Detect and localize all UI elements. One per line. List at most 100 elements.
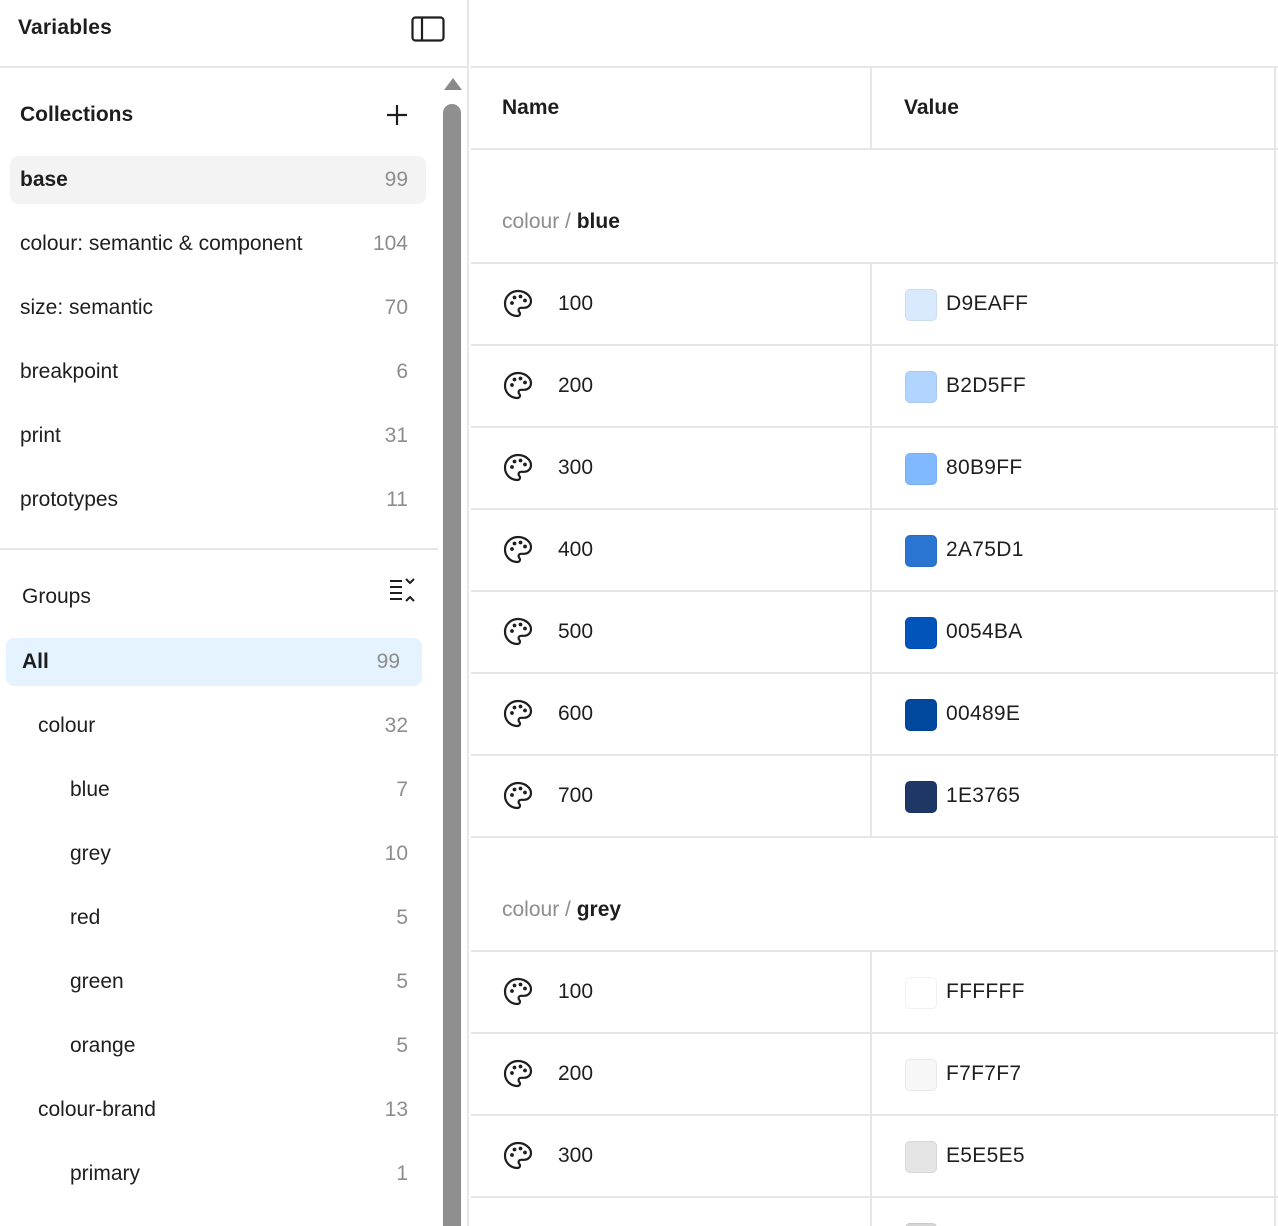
variable-name[interactable]: 100 (558, 292, 593, 316)
table-row[interactable]: 200 F7F7F7 (471, 1034, 1278, 1116)
table-row[interactable]: 100 FFFFFF (471, 952, 1278, 1034)
cell-divider (870, 674, 872, 756)
group-item-label: orange (70, 1034, 136, 1057)
group-item-count: 5 (396, 1034, 408, 1057)
color-variable-icon (502, 976, 534, 1008)
collections-header: Collections (0, 78, 438, 142)
scrollbar-thumb[interactable] (443, 104, 461, 1226)
variable-name[interactable]: 600 (558, 702, 593, 726)
group-item-count: 1 (396, 1162, 408, 1185)
collection-item-count: 11 (386, 488, 408, 511)
collections-label: Collections (20, 103, 134, 126)
variable-name[interactable]: 200 (558, 1062, 593, 1086)
cell-divider (870, 428, 872, 510)
color-swatch[interactable] (905, 289, 937, 321)
sidebar-header: Variables (0, 0, 467, 68)
group-heading-grey: colour / grey (502, 898, 621, 922)
group-heading-path: colour / (502, 898, 577, 921)
variable-value[interactable]: 0054BA (946, 620, 1023, 644)
collection-item-size-semantic[interactable]: size: semantic 70 (10, 284, 426, 332)
table-row[interactable]: 300 E5E5E5 (471, 1116, 1278, 1198)
table-row[interactable]: 600 00489E (471, 674, 1278, 756)
collection-item-print[interactable]: print 31 (10, 412, 426, 460)
variable-value[interactable]: D9EAFF (946, 292, 1028, 316)
variable-value[interactable]: 2A75D1 (946, 538, 1024, 562)
collection-item-prototypes[interactable]: prototypes 11 (10, 476, 426, 524)
color-swatch[interactable] (905, 617, 937, 649)
add-collection-icon[interactable] (384, 102, 410, 128)
color-swatch[interactable] (905, 1141, 937, 1173)
color-swatch[interactable] (905, 371, 937, 403)
group-item-count: 99 (376, 650, 400, 673)
group-item-colour-brand[interactable]: colour-brand 13 (10, 1086, 426, 1134)
color-swatch[interactable] (905, 535, 937, 567)
group-item-label: green (70, 970, 124, 993)
table-row[interactable]: 400 2A75D1 (471, 510, 1278, 592)
collection-item-label: size: semantic (20, 296, 154, 319)
variable-value[interactable]: 80B9FF (946, 456, 1023, 480)
group-item-red[interactable]: red 5 (10, 894, 426, 942)
cell-divider (870, 756, 872, 838)
table-row[interactable]: 700 1E3765 (471, 756, 1278, 838)
variable-name[interactable]: 400 (558, 538, 593, 562)
variable-value[interactable]: F7F7F7 (946, 1062, 1021, 1086)
table-row[interactable]: 500 0054BA (471, 592, 1278, 674)
sidebar-scroll-area: Collections base 99 colour: semantic & c… (0, 70, 438, 1226)
scroll-up-arrow-icon[interactable] (444, 78, 462, 90)
group-item-label: colour (38, 714, 96, 737)
color-swatch[interactable] (905, 1059, 937, 1091)
color-swatch[interactable] (905, 699, 937, 731)
collection-item-count: 104 (372, 232, 408, 255)
color-swatch[interactable] (905, 977, 937, 1009)
variable-name[interactable]: 300 (558, 1144, 593, 1168)
group-heading-name: grey (576, 898, 622, 921)
collection-item-base[interactable]: base 99 (10, 156, 426, 204)
group-item-count: 32 (384, 714, 408, 737)
variable-name[interactable]: 500 (558, 620, 593, 644)
group-heading-blue: colour / blue (502, 210, 620, 234)
group-item-green[interactable]: green 5 (10, 958, 426, 1006)
color-swatch[interactable] (905, 453, 937, 485)
table-row[interactable]: 100 D9EAFF (471, 264, 1278, 346)
collapse-groups-icon[interactable] (388, 576, 418, 604)
variable-name[interactable]: 200 (558, 374, 593, 398)
group-heading-path: colour / (502, 210, 577, 233)
variable-value[interactable]: E5E5E5 (946, 1144, 1025, 1168)
table-header: Name Value (471, 68, 1278, 150)
color-variable-icon (502, 1140, 534, 1172)
variable-value[interactable]: FFFFFF (946, 980, 1025, 1004)
group-item-label: grey (70, 842, 111, 865)
sidebar-toggle-icon[interactable] (411, 16, 445, 42)
group-item-label: red (70, 906, 101, 929)
collection-item-breakpoint[interactable]: breakpoint 6 (10, 348, 426, 396)
color-swatch[interactable] (905, 781, 937, 813)
cell-divider (870, 952, 872, 1034)
group-item-orange[interactable]: orange 5 (10, 1022, 426, 1070)
variable-name[interactable]: 100 (558, 980, 593, 1004)
variable-value[interactable]: 1E3765 (946, 784, 1020, 808)
group-item-primary[interactable]: primary 1 (10, 1150, 426, 1198)
collection-item-label: colour: semantic & component (20, 232, 303, 255)
table-row[interactable]: 200 B2D5FF (471, 346, 1278, 428)
collection-item-label: print (20, 424, 61, 447)
group-item-colour[interactable]: colour 32 (10, 702, 426, 750)
group-item-blue[interactable]: blue 7 (10, 766, 426, 814)
group-item-label: All (22, 650, 49, 673)
name-column-header[interactable]: Name (502, 96, 559, 120)
cell-divider (870, 510, 872, 592)
table-row[interactable]: 300 80B9FF (471, 428, 1278, 510)
color-variable-icon (502, 780, 534, 812)
variable-value[interactable]: B2D5FF (946, 374, 1026, 398)
collection-item-colour-semantic-component[interactable]: colour: semantic & component 104 (10, 220, 426, 268)
panel-title: Variables (18, 16, 113, 39)
variable-value[interactable]: 00489E (946, 702, 1020, 726)
group-item-grey[interactable]: grey 10 (10, 830, 426, 878)
value-column-header[interactable]: Value (904, 96, 959, 120)
sidebar-scrollbar[interactable] (438, 70, 467, 1226)
variable-name[interactable]: 700 (558, 784, 593, 808)
table-row-partial[interactable] (471, 1198, 1278, 1226)
column-divider[interactable] (870, 68, 872, 150)
cell-divider (870, 1116, 872, 1198)
group-item-all[interactable]: All 99 (6, 638, 422, 686)
variable-name[interactable]: 300 (558, 456, 593, 480)
